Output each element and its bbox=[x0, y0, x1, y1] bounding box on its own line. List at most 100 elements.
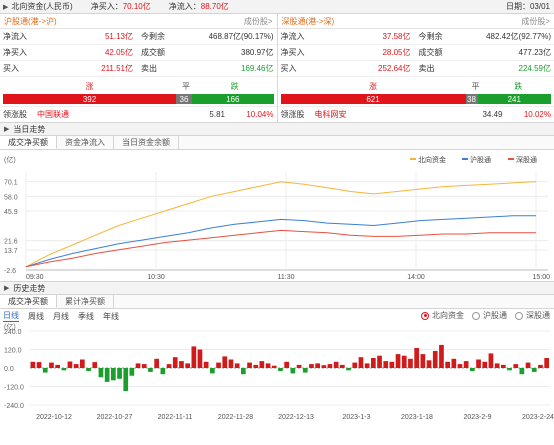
y-tick-label: -240.0 bbox=[4, 403, 24, 410]
bar-mark bbox=[457, 364, 463, 368]
bar-mark bbox=[67, 361, 73, 368]
tab-net-buy[interactable]: 成交净买额 bbox=[0, 136, 57, 149]
bar-mark bbox=[439, 344, 444, 368]
bar-mark bbox=[389, 361, 395, 368]
bar-mark bbox=[61, 368, 67, 371]
bar-mark bbox=[98, 368, 104, 378]
bar-mark bbox=[210, 368, 215, 374]
bar-mark bbox=[104, 368, 110, 382]
sh-row-1: 净买入 42.05亿 成交额 380.97亿 bbox=[0, 45, 277, 61]
bar-mark bbox=[160, 368, 166, 375]
x-tick-label: 09:30 bbox=[26, 274, 44, 281]
bar-mark bbox=[92, 362, 98, 368]
bar-mark bbox=[148, 368, 153, 372]
period-day[interactable]: 日线 bbox=[3, 310, 19, 322]
history-chart-svg: (亿)-240.0-120.00.0120.0240.02022-10-12 20… bbox=[4, 322, 554, 421]
intraday-chart-svg: (亿) -2.6 13.7 21.6 45.9 58.0 70.1 09:30 10:30 11:… bbox=[4, 155, 550, 281]
period-quarter[interactable]: 季线 bbox=[78, 311, 94, 322]
sz-down-count: 241 bbox=[477, 94, 551, 104]
bar-mark bbox=[166, 364, 172, 368]
y-tick-label: 70.1 bbox=[4, 180, 18, 187]
sz-updown-bar: 621 38 241 bbox=[280, 94, 551, 104]
north-fund-topbar: ▶ 北向资金(人民币) 净买入： 70.10亿 净流入： 88.70亿 日期：0… bbox=[0, 0, 554, 14]
bar-mark bbox=[371, 358, 376, 368]
sz-row-2: 买入 252.64亿 卖出 224.59亿 bbox=[277, 61, 554, 77]
sz-lead-row: 领涨股 电科网安 34.49 10.02% bbox=[277, 106, 554, 122]
sz-connect-title[interactable]: 深股通(港->深) bbox=[282, 16, 335, 27]
bar-mark bbox=[191, 346, 197, 368]
sz-up-count: 621 bbox=[280, 94, 466, 104]
sh-connect-title[interactable]: 沪股通(港->沪) bbox=[4, 16, 57, 27]
bar-mark bbox=[296, 364, 302, 368]
bar-mark bbox=[408, 358, 413, 369]
bar-mark bbox=[309, 364, 314, 368]
bar-mark bbox=[482, 361, 488, 368]
net-buy-label: 净买入： bbox=[90, 2, 123, 11]
sh-updown-labels: 涨 平 跌 bbox=[85, 81, 239, 91]
period-selector: 日线 周线 月线 季线 年线 北向资金 沪股通 深股通 bbox=[0, 309, 554, 323]
collapse-triangle-icon[interactable]: ▶ bbox=[4, 284, 9, 292]
sh-lead-stock[interactable]: 中国联通 bbox=[37, 109, 177, 120]
y-tick-label: 45.9 bbox=[4, 209, 18, 216]
bar-mark bbox=[111, 368, 116, 381]
tab-balance[interactable]: 当日资金余额 bbox=[114, 136, 179, 149]
bar-mark bbox=[414, 348, 419, 368]
sh-row-0: 净流入 51.13亿 今剩余 468.87亿(90.17%) bbox=[0, 29, 277, 45]
period-month[interactable]: 月线 bbox=[53, 311, 69, 322]
bar-mark bbox=[80, 359, 85, 368]
bar-mark bbox=[197, 349, 203, 368]
topbar-title: 北向资金(人民币) bbox=[11, 2, 73, 11]
sz-constituents-link[interactable]: 成份股> bbox=[521, 16, 550, 27]
intraday-tabs: 成交净买额 资金净流入 当日资金余额 bbox=[0, 136, 554, 150]
tab-net-inflow[interactable]: 资金净流入 bbox=[57, 136, 114, 149]
sz-row-1: 净买入 28.05亿 成交额 477.23亿 bbox=[277, 45, 554, 61]
bar-mark bbox=[185, 363, 190, 368]
bar-mark bbox=[290, 368, 296, 374]
bar-mark bbox=[86, 368, 91, 372]
bar-mark bbox=[544, 358, 549, 368]
period-week[interactable]: 周线 bbox=[28, 311, 44, 322]
sh-constituents-link[interactable]: 成份股> bbox=[244, 16, 273, 27]
net-inflow-value: 88.70亿 bbox=[200, 2, 229, 11]
bar-mark bbox=[321, 365, 327, 368]
sz-lead-stock[interactable]: 电科网安 bbox=[315, 109, 455, 120]
radio-sz[interactable]: 深股通 bbox=[515, 310, 550, 321]
y-tick-label: 13.7 bbox=[4, 248, 18, 255]
y-tick-label: -2.6 bbox=[4, 268, 16, 275]
date-display: 日期：03/01 bbox=[505, 2, 550, 11]
radio-sh[interactable]: 沪股通 bbox=[472, 310, 507, 321]
bar-mark bbox=[241, 368, 246, 375]
bar-mark bbox=[327, 364, 333, 368]
bar-mark bbox=[55, 364, 60, 368]
fund-radio-group: 北向资金 沪股通 深股通 bbox=[413, 310, 550, 321]
bar-mark bbox=[247, 362, 252, 368]
connect-panels: 沪股通(港->沪) 成份股> 净流入 51.13亿 今剩余 468.87亿(90.1… bbox=[0, 14, 554, 122]
tab-history-net-buy[interactable]: 成交净买额 bbox=[0, 295, 57, 308]
collapse-triangle-icon[interactable]: ▶ bbox=[4, 125, 9, 133]
bar-mark bbox=[284, 361, 289, 368]
radio-empty-icon bbox=[515, 311, 523, 320]
bar-mark bbox=[333, 361, 339, 368]
legend-label: 沪股通 bbox=[470, 155, 491, 164]
bar-mark bbox=[129, 368, 135, 376]
collapse-triangle-icon[interactable]: ▶ bbox=[3, 3, 8, 11]
net-inflow-label: 净流入： bbox=[168, 2, 201, 11]
intraday-chart: (亿) -2.6 13.7 21.6 45.9 58.0 70.1 09:30 10:30 11:… bbox=[0, 150, 554, 281]
bar-mark bbox=[451, 358, 457, 369]
period-year[interactable]: 年线 bbox=[103, 311, 119, 322]
bar-mark bbox=[377, 355, 382, 368]
bar-mark bbox=[117, 368, 122, 379]
sh-lead-row: 领涨股 中国联通 5.81 10.04% bbox=[0, 106, 277, 122]
bar-mark bbox=[507, 368, 512, 371]
bar-mark bbox=[395, 354, 401, 368]
tab-cumulative-net-buy[interactable]: 累计净买额 bbox=[57, 295, 114, 308]
bar-mark bbox=[271, 365, 277, 368]
bar-mark bbox=[265, 363, 271, 368]
series-line-0 bbox=[25, 181, 537, 268]
bar-mark bbox=[216, 362, 221, 368]
x-tick-label: 2023-1-3 bbox=[342, 414, 370, 421]
bar-mark bbox=[259, 361, 265, 368]
sh-row-2: 买入 211.51亿 卖出 169.46亿 bbox=[0, 61, 277, 77]
radio-north[interactable]: 北向资金 bbox=[421, 310, 464, 321]
bar-mark bbox=[501, 364, 506, 368]
